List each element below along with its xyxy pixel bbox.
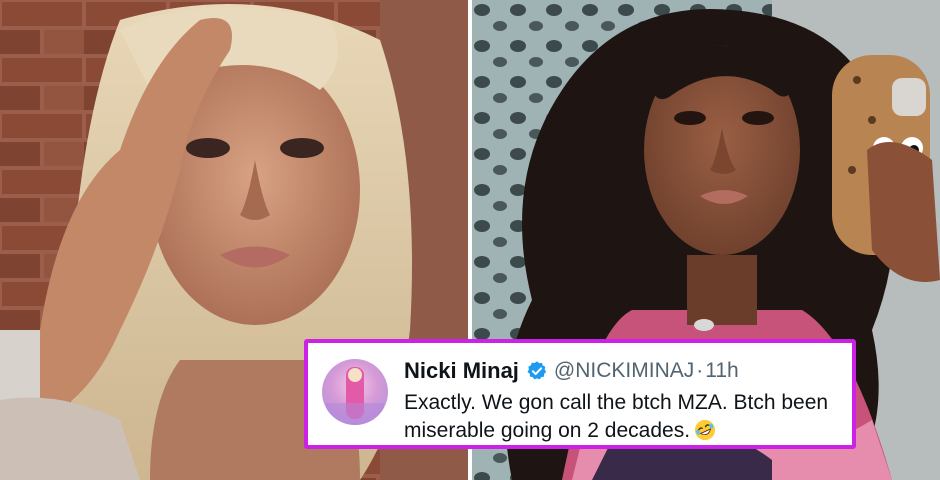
timestamp[interactable]: 11h bbox=[705, 359, 738, 383]
tweet-card: Nicki Minaj @NICKIMINAJ · 11h Exactly. W… bbox=[304, 339, 856, 449]
tweet-text-line-1: Exactly. We gon call the btch MZA. Btch … bbox=[404, 391, 829, 414]
tweet-text-line-2: miserable going on 2 decades. bbox=[404, 419, 691, 442]
verified-badge-icon bbox=[527, 361, 547, 380]
tweet-text: Exactly. We gon call the btch MZA. Btch … bbox=[404, 389, 844, 445]
tweet-header: Nicki Minaj @NICKIMINAJ · 11h bbox=[404, 357, 739, 385]
rolling-on-floor-laughing-icon bbox=[694, 419, 716, 441]
avatar[interactable] bbox=[322, 359, 388, 425]
user-handle[interactable]: @NICKIMINAJ bbox=[554, 359, 694, 383]
display-name[interactable]: Nicki Minaj bbox=[404, 358, 519, 384]
separator-dot: · bbox=[696, 359, 704, 382]
